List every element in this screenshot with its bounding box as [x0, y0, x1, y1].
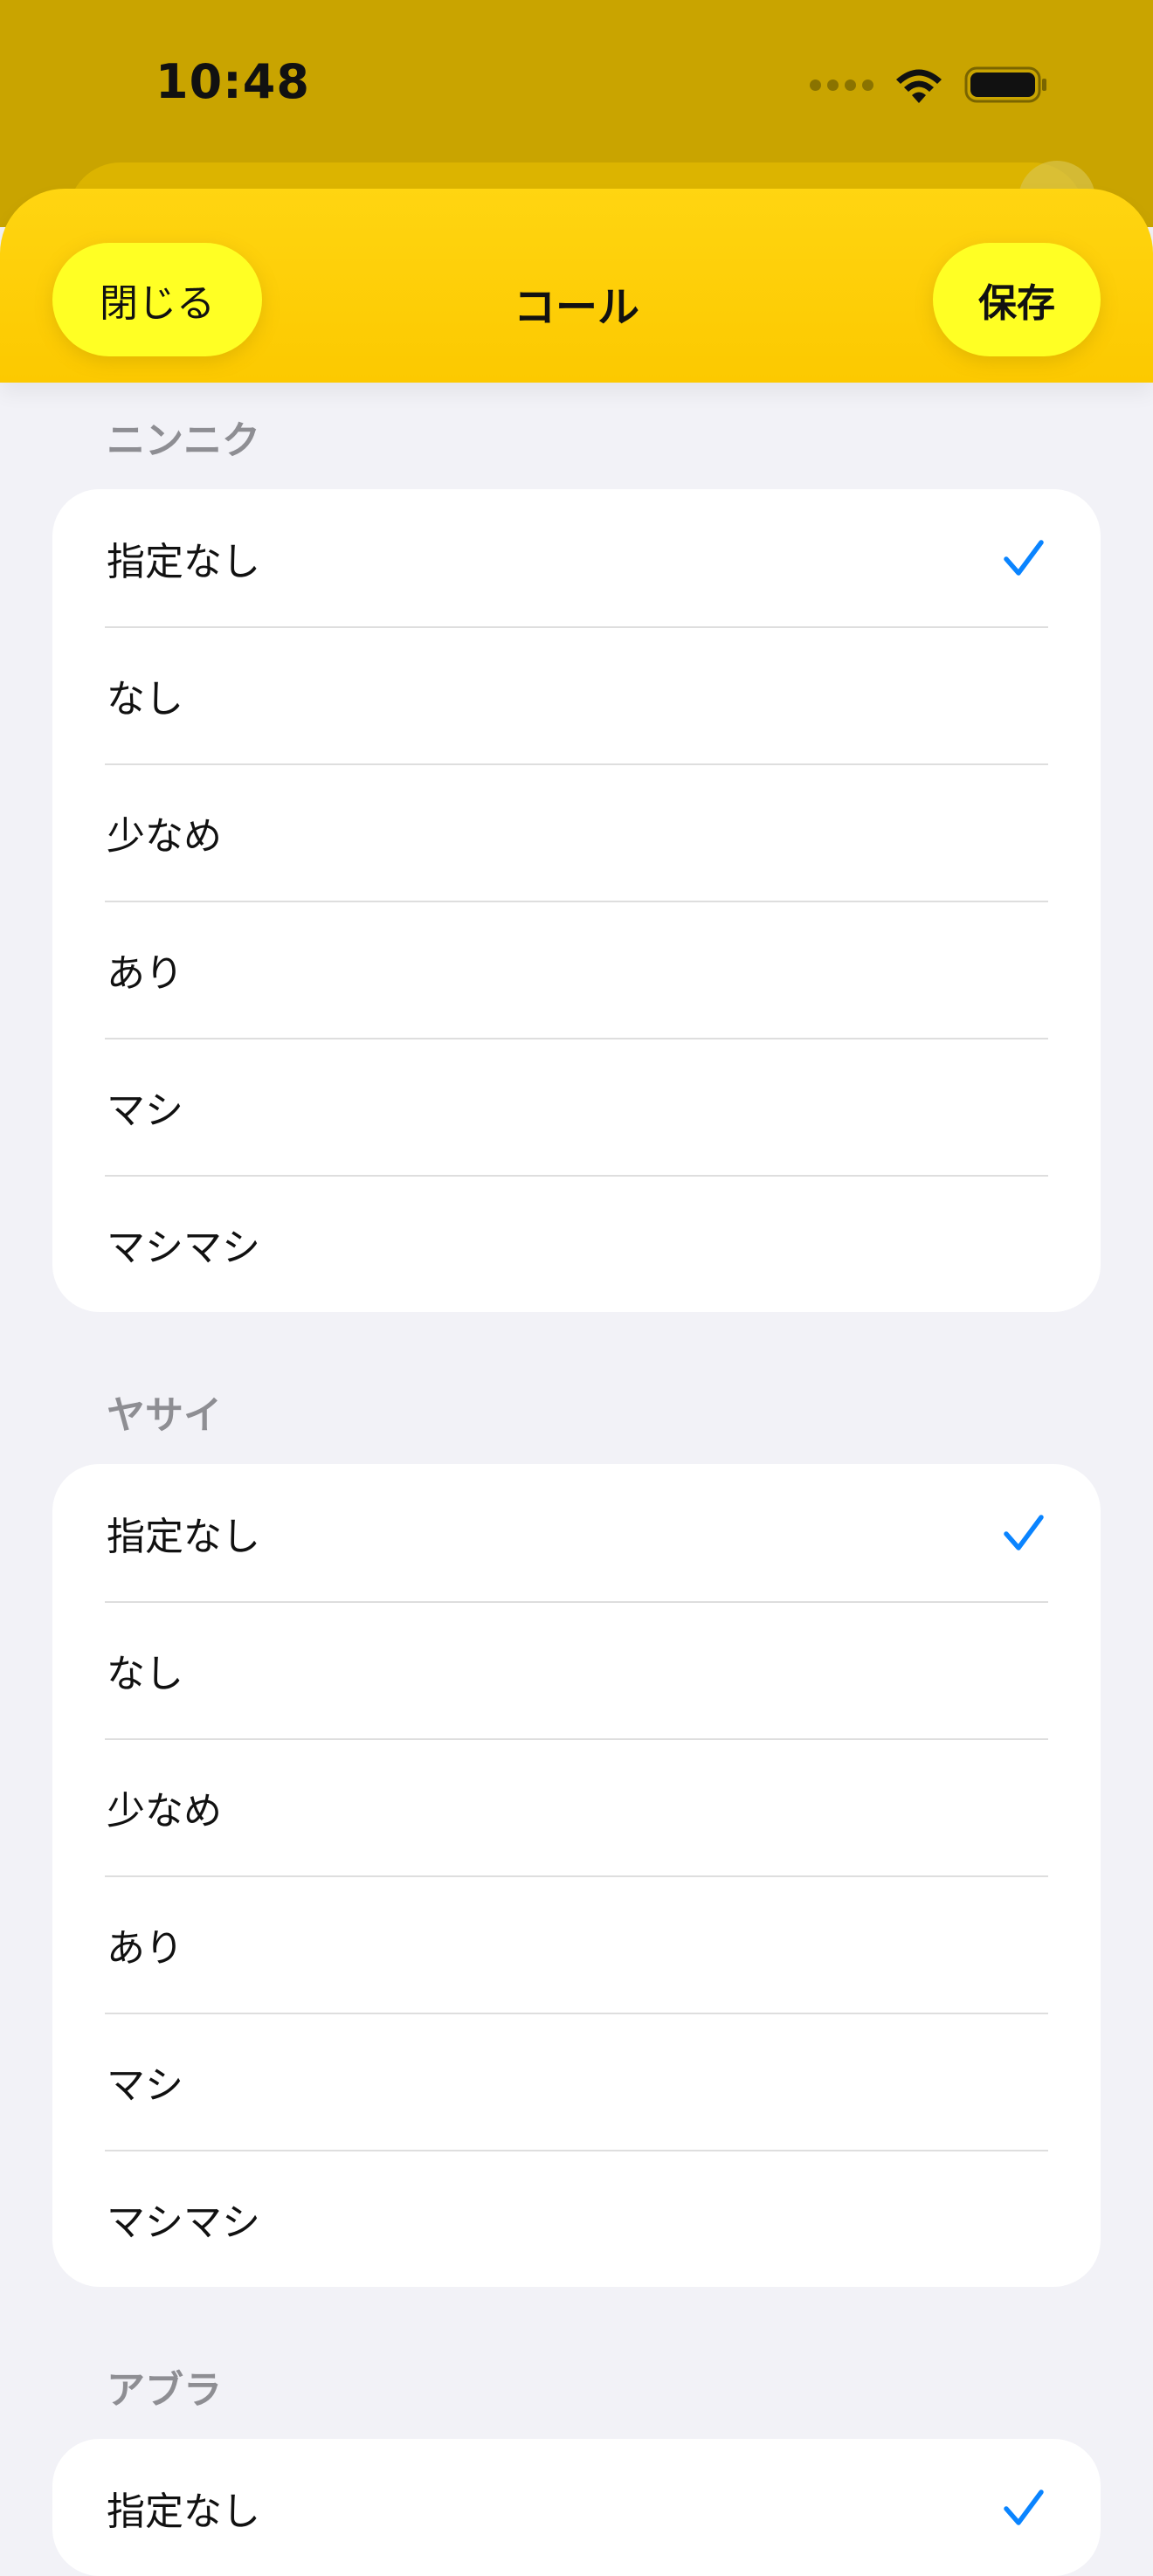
option-row[interactable]: マシマシ [52, 1175, 1101, 1312]
checkmark-icon [1004, 2489, 1044, 2525]
status-time: 10:48 [155, 54, 310, 109]
option-row[interactable]: あり [52, 901, 1101, 1038]
option-row[interactable]: 少なめ [52, 763, 1101, 901]
option-label: マシマシ [107, 1225, 260, 1270]
status-icons [810, 63, 1048, 107]
cellular-signal-icon [810, 79, 873, 91]
option-label: あり [107, 950, 183, 996]
option-row[interactable]: 指定なし [52, 2439, 1101, 2576]
section-header-fat: アブラ [107, 2368, 222, 2413]
checkmark-icon [1004, 539, 1044, 576]
option-group-vegetables: 指定なし なし 少なめ あり マシ マシマシ [52, 1464, 1101, 2287]
option-label: マシマシ [107, 2200, 260, 2245]
option-row[interactable]: 指定なし [52, 489, 1101, 626]
section-header-vegetables: ヤサイ [107, 1393, 222, 1438]
option-row[interactable]: マシ [52, 1038, 1101, 1175]
option-row[interactable]: あり [52, 1875, 1101, 2013]
option-label: 指定なし [107, 539, 260, 584]
option-label: 指定なし [107, 2489, 260, 2534]
option-row[interactable]: 少なめ [52, 1738, 1101, 1875]
option-label: なし [107, 1651, 183, 1696]
option-group-garlic: 指定なし なし 少なめ あり マシ マシマシ [52, 489, 1101, 1312]
checkmark-icon [1004, 1514, 1044, 1550]
option-row[interactable]: マシ [52, 2013, 1101, 2150]
sheet-header: 閉じる コール 保存 [0, 189, 1153, 383]
wifi-icon [896, 69, 942, 103]
save-button[interactable]: 保存 [933, 243, 1101, 356]
option-row[interactable]: マシマシ [52, 2150, 1101, 2287]
option-row[interactable]: なし [52, 1601, 1101, 1738]
option-row[interactable]: なし [52, 626, 1101, 763]
option-label: 少なめ [107, 1788, 222, 1834]
option-label: なし [107, 676, 183, 722]
option-label: マシ [107, 2062, 183, 2108]
option-label: マシ [107, 1088, 183, 1133]
battery-icon [964, 66, 1046, 103]
option-label: 少なめ [107, 813, 222, 859]
option-group-fat: 指定なし [52, 2439, 1101, 2576]
option-row[interactable]: 指定なし [52, 1464, 1101, 1601]
option-label: 指定なし [107, 1514, 260, 1559]
section-header-garlic: ニンニク [107, 418, 260, 463]
option-label: あり [107, 1925, 183, 1971]
